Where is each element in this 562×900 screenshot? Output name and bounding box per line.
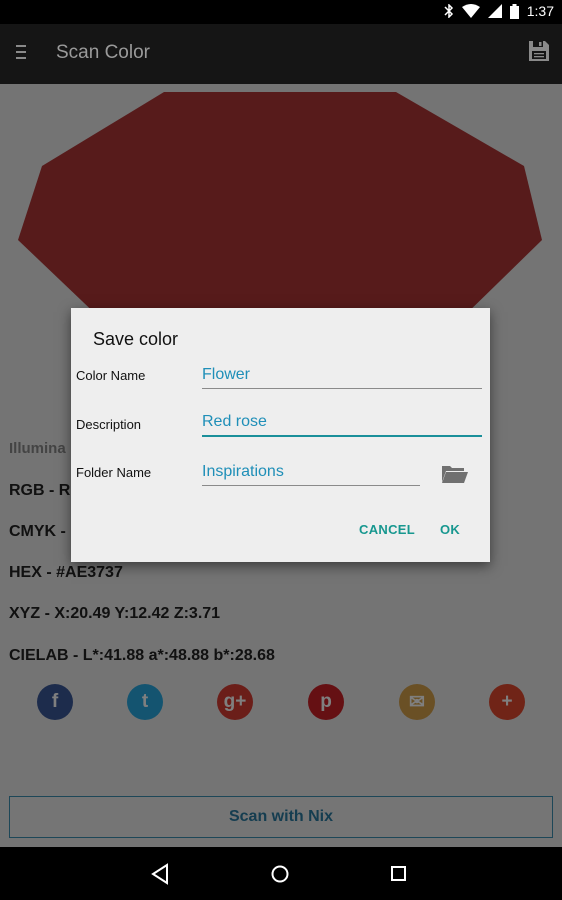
save-color-dialog: Save color Color Name Description Folder… xyxy=(71,308,490,562)
folder-name-field[interactable] xyxy=(202,458,420,486)
cancel-button[interactable]: CANCEL xyxy=(359,522,415,537)
color-name-field[interactable] xyxy=(202,361,482,389)
ok-button[interactable]: OK xyxy=(440,522,460,537)
description-label: Description xyxy=(76,417,142,432)
battery-icon xyxy=(509,3,519,19)
app-bar: Scan Color xyxy=(0,24,562,84)
color-name-label: Color Name xyxy=(76,368,146,383)
folder-name-label: Folder Name xyxy=(76,465,152,480)
app-title: Scan Color xyxy=(56,42,150,63)
dialog-title: Save color xyxy=(93,329,179,349)
wifi-icon xyxy=(461,4,480,18)
floppy-disk-icon[interactable] xyxy=(528,40,550,62)
open-folder-icon[interactable] xyxy=(441,463,469,485)
home-circle-icon[interactable] xyxy=(269,863,291,885)
recents-square-icon[interactable] xyxy=(389,863,409,885)
status-time: 1:37 xyxy=(526,3,554,19)
navigation-bar xyxy=(0,847,562,900)
description-field[interactable] xyxy=(202,409,482,437)
status-icons: 1:37 xyxy=(444,3,554,19)
status-bar: 1:37 xyxy=(0,0,562,24)
hamburger-icon[interactable] xyxy=(16,45,26,61)
back-triangle-icon[interactable] xyxy=(150,863,170,885)
bluetooth-icon xyxy=(444,4,453,18)
signal-icon xyxy=(487,4,502,18)
